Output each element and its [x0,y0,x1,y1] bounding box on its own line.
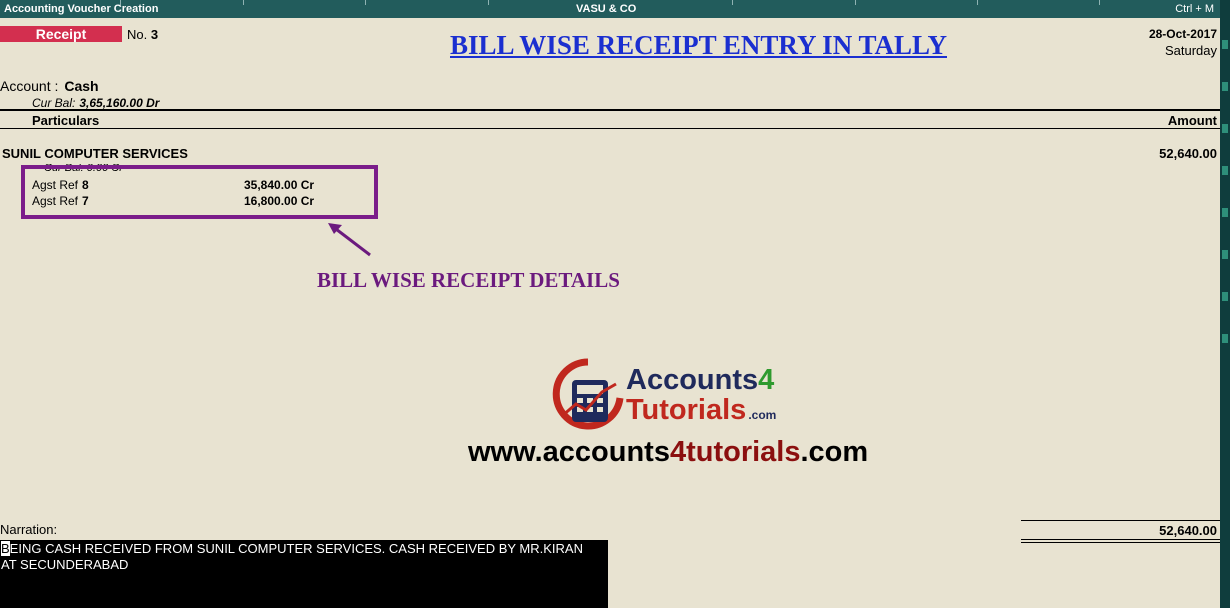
accounts4tutorials-logo [552,358,624,430]
account-field: Account : Cash [0,78,99,94]
ledger-name[interactable]: SUNIL COMPUTER SERVICES [2,146,188,161]
account-current-balance: Cur Bal: 3,65,160.00 Dr [32,96,159,110]
account-value[interactable]: Cash [64,78,98,94]
narration-line: AT SECUNDERABAD [1,557,129,572]
title-separator [365,0,366,5]
window-title: Accounting Voucher Creation [4,3,159,15]
title-separator [732,0,733,5]
arrow-icon [328,223,371,257]
voucher-type-badge[interactable]: Receipt [0,26,122,42]
website-url: www.accounts4tutorials.com [468,436,869,468]
title-bar: Accounting Voucher Creation VASU & CO Ct… [0,0,1220,18]
curbal-value: 3,65,160.00 Dr [79,96,160,110]
narration-label: Narration: [0,522,58,537]
title-separator [855,0,856,5]
total-divider [1021,542,1220,543]
button-bar-key[interactable] [1222,40,1228,49]
button-bar-key[interactable] [1222,82,1228,91]
logo-text: Accounts4 [626,364,775,396]
company-name: VASU & CO [576,3,637,15]
account-label: Account : [0,78,59,94]
button-bar-key[interactable] [1222,124,1228,133]
title-separator [977,0,978,5]
divider [0,128,1220,129]
button-bar-key[interactable] [1222,166,1228,175]
text-cursor: B [1,541,10,556]
total-divider [1021,539,1220,540]
highlight-box [21,165,378,219]
particulars-header: Particulars [32,113,100,128]
annotation-text: BILL WISE RECEIPT DETAILS [317,268,620,292]
title-separator [1099,0,1100,5]
narration-input[interactable]: BEING CASH RECEIVED FROM SUNIL COMPUTER … [0,540,608,608]
voucher-total: 52,640.00 [1159,523,1217,538]
ledger-amount[interactable]: 52,640.00 [1159,146,1217,161]
voucher-date[interactable]: 28-Oct-2017 [1149,27,1217,41]
title-separator [120,0,121,5]
button-bar-key[interactable] [1222,292,1228,301]
button-bar-key[interactable] [1222,334,1228,343]
total-divider [1021,520,1220,521]
page-title: BILL WISE RECEIPT ENTRY IN TALLY [450,30,947,60]
voucher-number: No. 3 [127,27,158,42]
shortcut-hint[interactable]: Ctrl + M [1175,3,1214,15]
voucher-number-label: No. [127,27,148,42]
button-bar-key[interactable] [1222,250,1228,259]
button-bar-key[interactable] [1222,208,1228,217]
voucher-number-value[interactable]: 3 [151,27,158,42]
voucher-day: Saturday [1164,43,1217,58]
divider [0,109,1220,111]
curbal-label: Cur Bal: [32,96,76,110]
button-bar [1220,0,1230,608]
logo-text: Tutorials .com [626,394,777,426]
title-separator [488,0,489,5]
title-separator [243,0,244,5]
amount-header: Amount [1167,113,1217,128]
narration-line: BEING CASH RECEIVED FROM SUNIL COMPUTER … [1,541,583,556]
